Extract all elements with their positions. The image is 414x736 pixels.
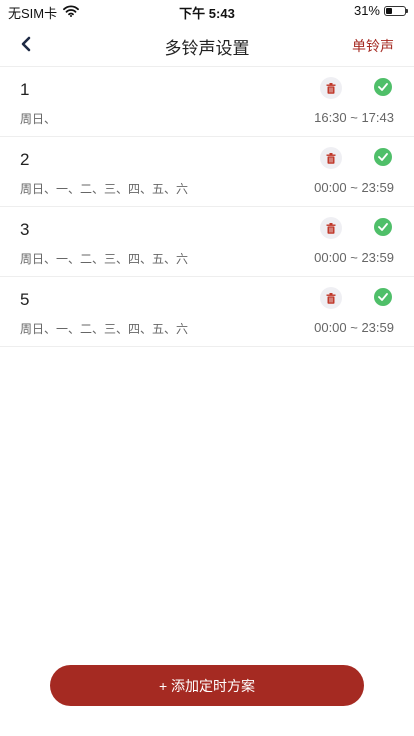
delete-button[interactable]	[320, 77, 342, 99]
schedule-name: 1	[20, 80, 30, 99]
battery-percent: 31%	[353, 3, 380, 18]
status-time: 下午 5:43	[179, 6, 235, 21]
enabled-check-icon[interactable]	[374, 288, 392, 306]
status-right: 31%	[353, 3, 408, 18]
schedule-name: 5	[20, 290, 30, 309]
enabled-check-icon[interactable]	[374, 218, 392, 236]
trash-icon	[326, 152, 336, 164]
battery-icon	[384, 5, 408, 16]
schedule-days: 周日、一、二、三、四、五、六	[20, 322, 189, 336]
schedule-days: 周日、一、二、三、四、五、六	[20, 182, 189, 196]
schedule-days: 周日、	[20, 112, 57, 126]
schedule-days: 周日、一、二、三、四、五、六	[20, 252, 189, 266]
schedule-name: 3	[20, 220, 30, 239]
schedule-row[interactable]: 5 周日、一、二、三、四、五、六 00:00 ~ 23:59	[0, 277, 414, 347]
trash-icon	[326, 82, 336, 94]
schedule-time: 00:00 ~ 23:59	[314, 320, 394, 335]
battery-fill	[386, 7, 392, 14]
trash-icon	[326, 292, 336, 304]
schedule-row[interactable]: 2 周日、一、二、三、四、五、六 00:00 ~ 23:59	[0, 137, 414, 207]
status-bar: 无SIM卡 下午 5:43 31%	[0, 0, 414, 22]
schedule-time: 00:00 ~ 23:59	[314, 250, 394, 265]
schedule-time: 16:30 ~ 17:43	[314, 110, 394, 125]
schedule-row[interactable]: 3 周日、一、二、三、四、五、六 00:00 ~ 23:59	[0, 207, 414, 277]
nav-bar: 多铃声设置 单铃声	[0, 22, 414, 67]
add-schedule-button[interactable]: + 添加定时方案	[50, 665, 364, 706]
schedule-list: 1 周日、 16:30 ~ 17:43 2 周日、一、二、三、四、五、六 00:…	[0, 67, 414, 347]
delete-button[interactable]	[320, 287, 342, 309]
schedule-name: 2	[20, 150, 30, 169]
enabled-check-icon[interactable]	[374, 78, 392, 96]
schedule-time: 00:00 ~ 23:59	[314, 180, 394, 195]
delete-button[interactable]	[320, 147, 342, 169]
delete-button[interactable]	[320, 217, 342, 239]
schedule-row[interactable]: 1 周日、 16:30 ~ 17:43	[0, 67, 414, 137]
trash-icon	[326, 222, 336, 234]
single-ringtone-button[interactable]: 单铃声	[352, 36, 394, 56]
enabled-check-icon[interactable]	[374, 148, 392, 166]
